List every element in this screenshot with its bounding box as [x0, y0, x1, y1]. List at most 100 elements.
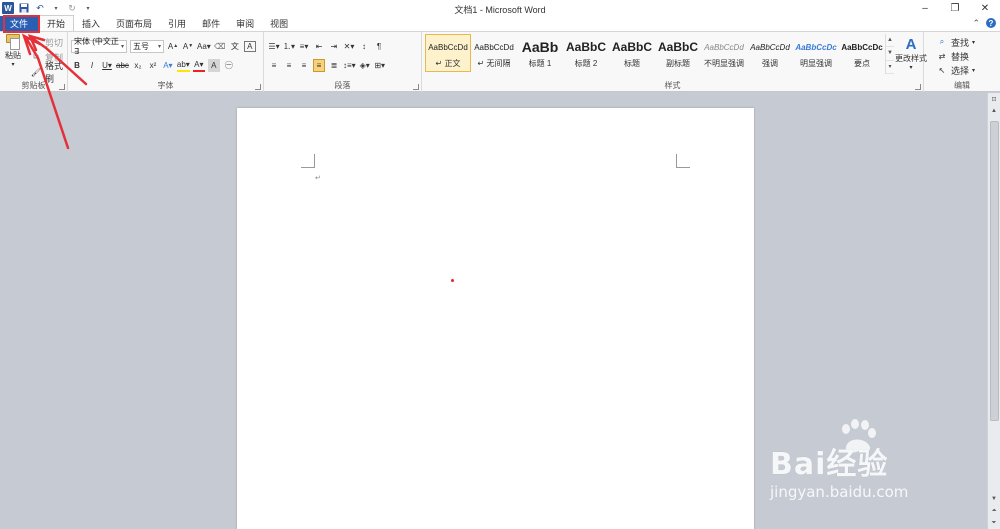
sort-icon[interactable]: ↕ [358, 40, 370, 53]
gallery-up-icon[interactable]: ▲ [886, 34, 894, 48]
minimize-ribbon-icon[interactable]: ⌃ [972, 18, 980, 29]
redo-icon[interactable]: ↻ [66, 2, 78, 14]
font-size-combo[interactable]: 五号 ▾ [130, 39, 164, 53]
replace-label: 替换 [951, 51, 970, 62]
style-no-spacing[interactable]: AaBbCcDd ↵ 无间隔 [471, 34, 517, 72]
show-marks-icon[interactable]: ¶ [373, 40, 385, 53]
customize-qat-icon[interactable]: ▾ [82, 2, 94, 14]
save-icon[interactable] [18, 2, 30, 14]
font-name-value: 宋体 (中文正∃ [74, 37, 119, 56]
text-effects-button[interactable]: A▾ [162, 59, 174, 72]
style-intense-emphasis[interactable]: AaBbCcDc 明显强调 [793, 34, 839, 72]
justify-icon[interactable]: ≡ [313, 58, 325, 72]
window-controls: – ❐ ✕ [910, 0, 1000, 16]
scroll-up-icon[interactable]: ▲ [988, 105, 1000, 117]
font-color-button[interactable]: A▾ [192, 59, 205, 72]
style-heading-1[interactable]: AaBb 标题 1 [517, 34, 563, 72]
next-page-icon[interactable]: ⏷ [988, 517, 1000, 529]
select-label: 选择 [951, 65, 970, 76]
bullets-icon[interactable]: ☰▾ [268, 40, 280, 53]
ruler-toggle-icon[interactable]: ⊡ [988, 93, 1000, 105]
annotation-highlight-box [3, 15, 40, 33]
find-label: 查找 [951, 37, 970, 48]
decrease-indent-icon[interactable]: ⇤ [313, 40, 325, 53]
align-center-icon[interactable]: ≡ [283, 59, 295, 72]
gallery-more-icon[interactable]: ▾ [886, 61, 894, 74]
highlight-button[interactable]: ab▾ [176, 59, 190, 72]
font-launcher-icon[interactable] [255, 84, 261, 90]
style-title[interactable]: AaBbC 标题 [609, 34, 655, 72]
clear-formatting-button[interactable]: ⌫ [214, 40, 226, 53]
scroll-thumb[interactable] [990, 121, 999, 421]
bold-button[interactable]: B [71, 59, 83, 72]
superscript-button[interactable]: x² [147, 59, 159, 72]
style-name: 强调 [762, 59, 778, 68]
paste-button[interactable]: 粘贴 ▾ [4, 34, 22, 68]
strikethrough-button[interactable]: abc [116, 59, 129, 72]
window-title: 文档1 - Microsoft Word [454, 5, 546, 15]
style-name: ↵ 无间隔 [477, 59, 511, 68]
select-button[interactable]: ↖ 选择 ▾ [936, 63, 975, 77]
document-page[interactable]: ↵ [237, 108, 754, 529]
underline-button[interactable]: U▾ [101, 59, 113, 72]
paragraph-launcher-icon[interactable] [413, 84, 419, 90]
replace-button[interactable]: ⇄ 替换 [936, 49, 969, 63]
styles-launcher-icon[interactable] [915, 84, 921, 90]
phonetic-guide-button[interactable]: 文 [229, 40, 241, 53]
align-left-icon[interactable]: ≡ [268, 59, 280, 72]
tab-insert[interactable]: 插入 [74, 16, 108, 31]
undo-icon[interactable]: ↶ [34, 2, 46, 14]
restore-button[interactable]: ❐ [940, 0, 970, 16]
increase-indent-icon[interactable]: ⇥ [328, 40, 340, 53]
style-name: 不明显强调 [704, 59, 744, 68]
shrink-font-button[interactable]: A ▼ [182, 40, 194, 53]
style-emphasis[interactable]: AaBbCcDd 强调 [747, 34, 793, 72]
format-painter-button[interactable]: 🖌 格式刷 [30, 61, 67, 84]
distributed-icon[interactable]: ≣ [328, 59, 340, 72]
watermark-brand: Bai经验 [770, 447, 889, 482]
multilevel-list-icon[interactable]: ≡▾ [298, 40, 310, 53]
gallery-down-icon[interactable]: ▼ [886, 47, 894, 61]
line-spacing-icon[interactable]: ↕≡▾ [343, 59, 356, 72]
font-name-combo[interactable]: 宋体 (中文正∃ ▾ [71, 37, 127, 56]
close-button[interactable]: ✕ [970, 0, 1000, 16]
paste-dropdown-icon[interactable]: ▾ [11, 61, 14, 68]
style-strong[interactable]: AaBbCcDc 要点 [839, 34, 885, 72]
change-styles-label: 更改样式 [895, 54, 927, 63]
tab-references[interactable]: 引用 [160, 16, 194, 31]
numbering-icon[interactable]: ⒈▾ [283, 40, 295, 53]
style-normal[interactable]: AaBbCcDd ↵ 正文 [425, 34, 471, 72]
style-preview: AaBbCcDd [428, 43, 468, 52]
italic-button[interactable]: I [86, 59, 98, 72]
grow-font-button[interactable]: A ▲ [167, 40, 179, 53]
tab-mailings[interactable]: 邮件 [194, 16, 228, 31]
cut-button[interactable]: ✂ 剪切 [30, 35, 63, 49]
minimize-button[interactable]: – [910, 0, 940, 16]
align-right-icon[interactable]: ≡ [298, 59, 310, 72]
dropdown-icon[interactable]: ▾ [50, 2, 62, 14]
tab-view[interactable]: 视图 [262, 16, 296, 31]
clipboard-launcher-icon[interactable] [59, 84, 65, 90]
find-button[interactable]: ⌕ 查找 ▾ [936, 35, 975, 49]
style-subtitle[interactable]: AaBbC 副标题 [655, 34, 701, 72]
borders-icon[interactable]: ⊞▾ [374, 59, 386, 72]
tab-review[interactable]: 审阅 [228, 16, 262, 31]
chinese-layout-icon[interactable]: ✕▾ [343, 40, 355, 53]
styles-gallery: AaBbCcDd ↵ 正文 AaBbCcDd ↵ 无间隔 AaBb 标题 1 A… [425, 34, 885, 74]
character-border-button[interactable]: A [243, 40, 256, 52]
style-subtle-emphasis[interactable]: AaBbCcDd 不明显强调 [701, 34, 747, 72]
change-styles-button[interactable]: A 更改样式 ▾ [895, 36, 927, 74]
tab-page-layout[interactable]: 页面布局 [108, 16, 160, 31]
word-app-icon[interactable]: W [2, 2, 14, 14]
change-case-button[interactable]: Aa▾ [197, 40, 211, 53]
style-preview: AaBbC [657, 40, 698, 54]
style-preview: AaBbCcDc [841, 43, 883, 52]
enclose-characters-button[interactable]: ㊀ [223, 59, 235, 72]
style-heading-2[interactable]: AaBbC 标题 2 [563, 34, 609, 72]
font-size-value: 五号 [133, 41, 149, 51]
shading-icon[interactable]: ◈▾ [359, 59, 371, 72]
character-shading-button[interactable]: A [207, 58, 220, 72]
help-icon[interactable]: ? [986, 18, 996, 28]
subscript-button[interactable]: x₂ [132, 59, 144, 72]
tab-home[interactable]: 开始 [38, 15, 75, 31]
